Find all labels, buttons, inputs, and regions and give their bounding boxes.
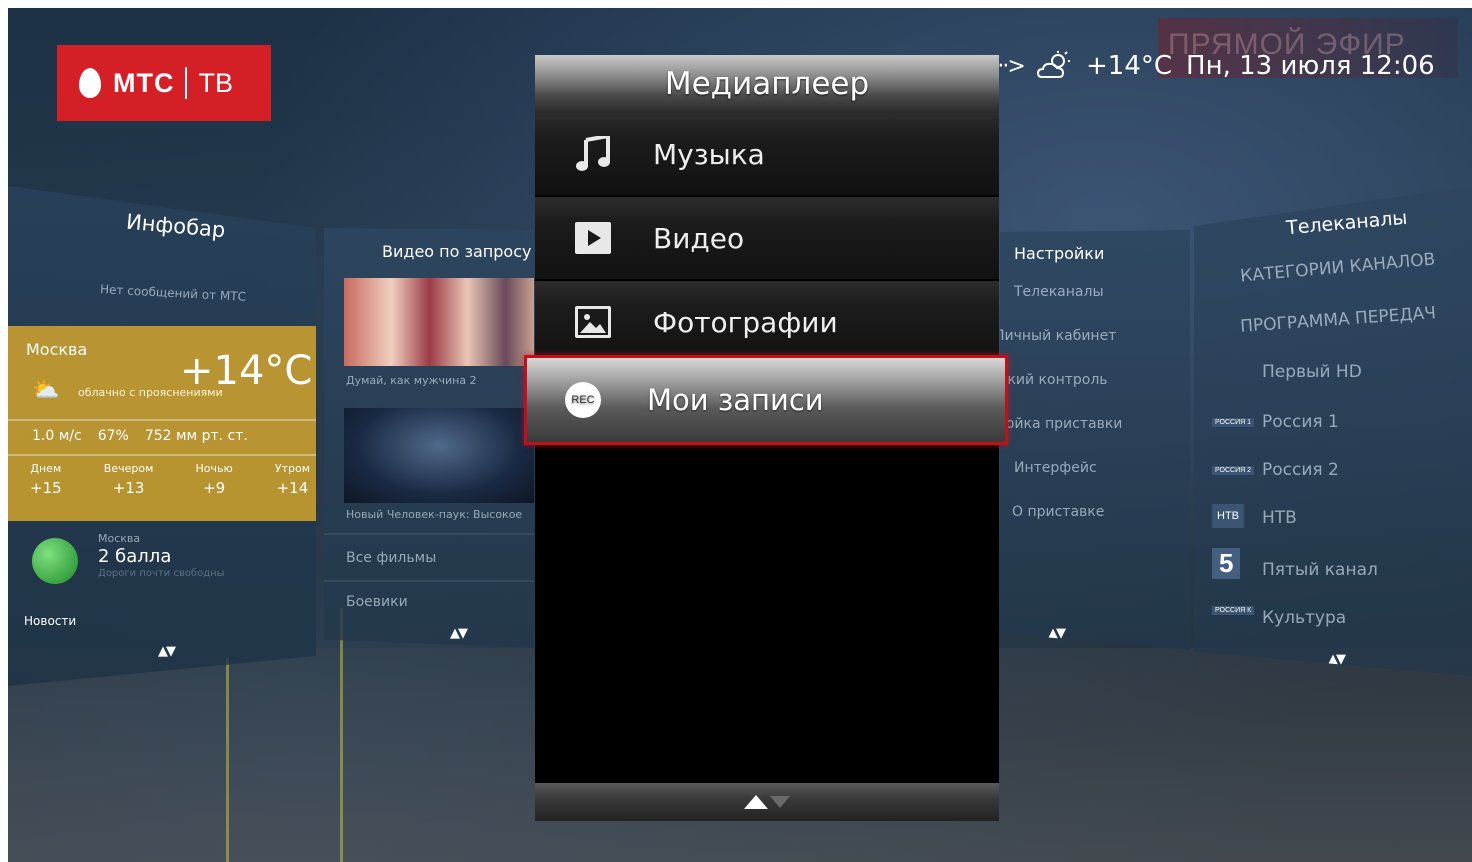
- mts-tv-logo: МТС ТВ: [57, 45, 271, 121]
- menu-item-music[interactable]: Музыка: [535, 113, 999, 195]
- status-bar: <···> +14°C Пн, 13 июля 12:06: [976, 46, 1446, 86]
- mediaplayer-title: Медиаплеер: [535, 55, 999, 113]
- background-stripe: [226, 658, 229, 862]
- scroll-up-icon[interactable]: [744, 795, 768, 809]
- weather-divider: [8, 419, 316, 421]
- vod-scroll-arrows[interactable]: ▲▼: [450, 626, 468, 641]
- forecast-label: Днем: [30, 462, 62, 475]
- channels-categories[interactable]: КАТЕГОРИИ КАНАЛОВ: [1240, 250, 1437, 287]
- vod-divider: [324, 533, 534, 535]
- forecast-temp: +13: [112, 479, 145, 497]
- channel-first-hd[interactable]: Первый HD: [1262, 362, 1362, 382]
- mediaplayer-panel: Медиаплеер Музыка Видео Фотографии REC М…: [524, 55, 1008, 821]
- weather-details: 1.0 м/с 67% 752 мм рт. ст.: [32, 428, 248, 444]
- menu-item-video[interactable]: Видео: [535, 197, 999, 279]
- infobar-scroll-arrows[interactable]: ▲▼: [158, 644, 176, 659]
- forecast-label: Утром: [274, 462, 310, 475]
- menu-item-label: Мои записи: [647, 383, 824, 417]
- logo-product: ТВ: [198, 67, 233, 98]
- logo-brand: МТС: [113, 67, 175, 98]
- infobar-panel[interactable]: Инфобар Нет сообщений от МТС Москва +14°…: [8, 186, 316, 686]
- weather-forecast: Днем +15 Вечером +13 Ночью +9 Утром +14: [30, 462, 310, 497]
- menu-item-my-recordings[interactable]: REC Мои записи: [524, 355, 1008, 445]
- settings-item-about[interactable]: О приставке: [1012, 504, 1104, 520]
- weather-divider: [8, 454, 316, 456]
- scroll-arrows-icon[interactable]: [744, 795, 790, 809]
- infobar-messages: Нет сообщений от МТС: [99, 282, 247, 304]
- vod-thumbnail-1[interactable]: [344, 278, 534, 366]
- traffic-description: Дороги почти свободны: [98, 568, 225, 579]
- traffic-icon: [32, 538, 78, 584]
- forecast-night: Ночью +9: [196, 462, 233, 497]
- settings-scroll-arrows[interactable]: ▲▼: [1048, 626, 1066, 641]
- menu-item-label: Видео: [653, 221, 745, 255]
- weather-condition: облачно с прояснениями: [78, 386, 223, 399]
- ntv-logo: НТВ: [1212, 504, 1244, 528]
- pressure-value: 752 мм рт. ст.: [144, 428, 248, 444]
- russia2-logo: РОССИЯ 2: [1212, 466, 1254, 475]
- mediaplayer-scroll-bar[interactable]: [535, 783, 999, 821]
- settings-item-setup[interactable]: Настройка приставки: [1000, 416, 1122, 432]
- mts-egg-icon: [79, 68, 101, 98]
- logo-divider: [185, 67, 188, 99]
- channels-program-guide[interactable]: ПРОГРАММА ПЕРЕДАЧ: [1240, 303, 1437, 337]
- settings-item-account[interactable]: Личный кабинет: [1000, 328, 1116, 344]
- vod-caption-1: Думай, как мужчина 2: [346, 374, 477, 387]
- vod-action[interactable]: Боевики: [346, 594, 408, 610]
- vod-thumbnail-2[interactable]: [344, 408, 534, 503]
- weather-city: Москва: [26, 340, 88, 359]
- vod-caption-2: Новый Человек-паук: Высокое: [346, 508, 523, 521]
- scroll-down-icon[interactable]: [770, 796, 790, 808]
- forecast-label: Вечером: [103, 462, 154, 475]
- vod-all-films[interactable]: Все фильмы: [346, 550, 436, 566]
- channels-title: Телеканалы: [1285, 206, 1409, 240]
- weather-cloud-icon: ⛅: [32, 378, 60, 403]
- settings-item-parental[interactable]: Родительский контроль: [1000, 372, 1108, 388]
- forecast-evening: Вечером +13: [104, 462, 154, 497]
- settings-item-interface[interactable]: Интерфейс: [1014, 460, 1097, 476]
- forecast-temp: +9: [203, 479, 226, 497]
- photo-icon: [573, 302, 613, 342]
- weather-widget[interactable]: Москва +14°C ⛅ облачно с прояснениями 1.…: [8, 326, 316, 521]
- channel-five-logo: 5: [1212, 548, 1241, 579]
- menu-item-photos[interactable]: Фотографии: [535, 281, 999, 363]
- settings-title: Настройки: [1014, 244, 1105, 263]
- settings-item-channels[interactable]: Телеканалы: [1014, 284, 1104, 300]
- culture-logo: РОССИЯ К: [1212, 606, 1255, 615]
- russia1-logo: РОССИЯ 1: [1212, 418, 1254, 427]
- channel-culture[interactable]: Культура: [1262, 608, 1346, 628]
- news-title: Новости: [24, 614, 77, 628]
- settings-panel[interactable]: Настройки Телеканалы Личный кабинет Роди…: [1000, 230, 1190, 650]
- tv-screen: ПРЯМОЙ ЭФИР МТС ТВ <···> +14°C Пн, 13 ию…: [8, 8, 1472, 862]
- vod-divider: [324, 580, 534, 582]
- forecast-temp: +14: [276, 479, 309, 497]
- channel-russia2[interactable]: Россия 2: [1262, 460, 1339, 480]
- channel-five[interactable]: Пятый канал: [1262, 560, 1378, 580]
- menu-item-label: Фотографии: [653, 305, 838, 339]
- wind-value: 1.0 м/с: [32, 428, 82, 444]
- rec-icon: REC: [565, 382, 601, 418]
- partly-cloudy-icon: [1036, 51, 1070, 78]
- background-stripe: [340, 608, 343, 862]
- channel-ntv[interactable]: НТВ: [1262, 508, 1297, 528]
- forecast-morning: Утром +14: [275, 462, 310, 497]
- channels-panel[interactable]: Телеканалы КАТЕГОРИИ КАНАЛОВ ПРОГРАММА П…: [1194, 186, 1472, 676]
- music-note-icon: [573, 134, 613, 174]
- humidity-value: 67%: [97, 428, 129, 444]
- vod-panel[interactable]: Видео по запросу Думай, как мужчина 2 Но…: [324, 228, 534, 648]
- status-temperature: +14°C: [1086, 51, 1173, 81]
- channel-russia1[interactable]: Россия 1: [1262, 412, 1339, 432]
- infobar-title: Инфобар: [125, 209, 227, 243]
- menu-item-label: Музыка: [653, 137, 765, 171]
- forecast-temp: +15: [30, 479, 62, 497]
- forecast-label: Ночью: [195, 462, 233, 475]
- play-icon: [573, 218, 613, 258]
- traffic-score: 2 балла: [98, 546, 172, 567]
- status-datetime: Пн, 13 июля 12:06: [1186, 51, 1435, 81]
- traffic-city: Москва: [98, 532, 141, 545]
- forecast-day: Днем +15: [30, 462, 62, 497]
- vod-title: Видео по запросу: [382, 242, 532, 261]
